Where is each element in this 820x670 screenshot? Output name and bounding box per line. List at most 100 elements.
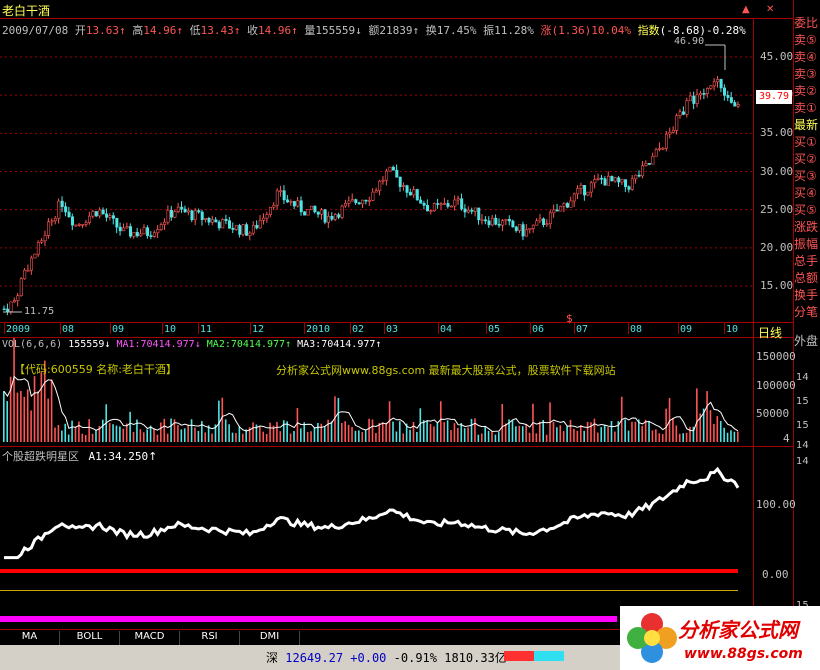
candle-body — [91, 211, 95, 217]
tab-macd[interactable]: MACD — [120, 631, 180, 645]
right-panel-item[interactable]: 卖② — [794, 82, 820, 98]
candle-body — [330, 215, 334, 220]
right-panel-item[interactable]: 卖① — [794, 99, 820, 115]
volume-bar — [655, 429, 657, 442]
candle-body — [719, 79, 723, 89]
candle-body — [282, 190, 286, 201]
right-panel-item[interactable]: 买⑤ — [794, 201, 820, 217]
candle-body — [682, 111, 686, 115]
candle-body — [354, 199, 358, 204]
date-axis-label: 06 — [532, 324, 545, 335]
right-panel-item[interactable]: 买① — [794, 133, 820, 149]
indicator-header: 个股超跌明星区 A1:34.250↑ — [2, 448, 157, 464]
right-panel-item[interactable]: 委比 — [794, 14, 820, 30]
candle-body — [514, 226, 518, 231]
candle-body — [477, 207, 481, 221]
volume-bar — [470, 418, 473, 442]
right-panel-item[interactable]: 卖④ — [794, 48, 820, 64]
tab-ma[interactable]: MA — [0, 631, 60, 645]
volume-bar — [603, 425, 606, 442]
candle-body — [159, 224, 163, 230]
candle-body — [685, 100, 689, 115]
volume-bar — [556, 427, 558, 442]
volume-bar — [6, 401, 9, 442]
candle-body — [142, 227, 146, 235]
volume-bar — [569, 419, 572, 442]
candle-body — [501, 220, 505, 226]
volume-bar — [685, 432, 688, 442]
right-panel-item[interactable]: 买② — [794, 150, 820, 166]
indicator-line — [4, 466, 740, 560]
candle-body — [415, 189, 419, 201]
frame-top — [0, 18, 794, 19]
candle-body — [736, 104, 740, 107]
tab-dmi[interactable]: DMI — [240, 631, 300, 645]
tab-boll[interactable]: BOLL — [60, 631, 120, 645]
candle-body — [627, 186, 631, 190]
candle-body — [115, 218, 119, 228]
candle-body — [50, 220, 54, 223]
volume-bar — [392, 421, 394, 442]
vol-ma3: MA3:70414.977 — [297, 339, 376, 350]
volume-bar — [354, 430, 357, 442]
volume-bar — [88, 419, 90, 442]
volume-bar — [50, 379, 53, 442]
candle-body — [449, 205, 453, 208]
candle-body — [248, 232, 252, 236]
candle-body — [320, 209, 324, 215]
candle-body — [197, 210, 201, 213]
candle-body — [538, 218, 542, 222]
right-panel-item[interactable]: 买④ — [794, 184, 820, 200]
candle-body — [327, 215, 331, 223]
volume-bar — [597, 432, 599, 442]
candle-body — [364, 199, 368, 202]
right-panel-item[interactable]: 涨跌 — [794, 218, 820, 234]
date-axis-label: 05 — [488, 324, 501, 335]
candle-body — [169, 210, 173, 218]
candle-body — [67, 211, 71, 218]
volume-bar — [518, 425, 521, 442]
current-price-tag: 39.79 — [756, 90, 792, 104]
right-panel-item[interactable]: 总额 — [794, 269, 820, 285]
right-panel-item[interactable]: 分笔 — [794, 303, 820, 319]
candle-body — [593, 179, 597, 184]
candle-body — [398, 176, 402, 187]
date-axis-tick — [530, 322, 531, 334]
candle-body — [644, 163, 648, 166]
volume-panel-top — [0, 337, 794, 338]
date-axis-tick — [384, 322, 385, 334]
candle-body — [47, 221, 51, 236]
candle-body — [361, 199, 365, 205]
volume-bar — [211, 433, 213, 442]
magenta-bar — [0, 616, 617, 622]
right-panel-item[interactable]: 振幅 — [794, 235, 820, 251]
candle-body — [446, 203, 450, 207]
right-panel-item[interactable]: 外盘 — [794, 332, 820, 348]
volume-bar — [293, 431, 295, 442]
date-axis-label: 2010 — [306, 324, 331, 335]
volume-bar — [153, 428, 155, 442]
right-panel-item[interactable]: 卖③ — [794, 65, 820, 81]
candle-body — [251, 224, 255, 234]
candle-body — [340, 205, 344, 218]
tab-rsi[interactable]: RSI — [180, 631, 240, 645]
candle-body — [572, 193, 576, 202]
candle-body — [634, 174, 638, 180]
period-label[interactable]: 日线 — [758, 324, 782, 341]
volume-bar — [378, 422, 381, 442]
candle-body — [528, 227, 532, 231]
right-panel-item[interactable]: 换手 — [794, 286, 820, 302]
right-panel-item[interactable]: 买③ — [794, 167, 820, 183]
vol-indicator-name: VOL(6,6,6) — [2, 339, 63, 350]
right-panel-item[interactable]: 总手 — [794, 252, 820, 268]
candle-body — [210, 219, 214, 223]
candle-body — [463, 208, 467, 213]
volume-bar — [224, 419, 227, 442]
promo-text: 分析家公式网www.88gs.com 最新最大股票公式，股票软件下载网站 — [276, 364, 616, 377]
candle-body — [589, 182, 593, 193]
volume-bar — [108, 423, 111, 442]
date-axis-label: 03 — [386, 324, 399, 335]
right-panel-item[interactable]: 最新 — [794, 116, 820, 132]
volume-bar — [460, 423, 463, 442]
right-panel-item[interactable]: 卖⑤ — [794, 31, 820, 47]
